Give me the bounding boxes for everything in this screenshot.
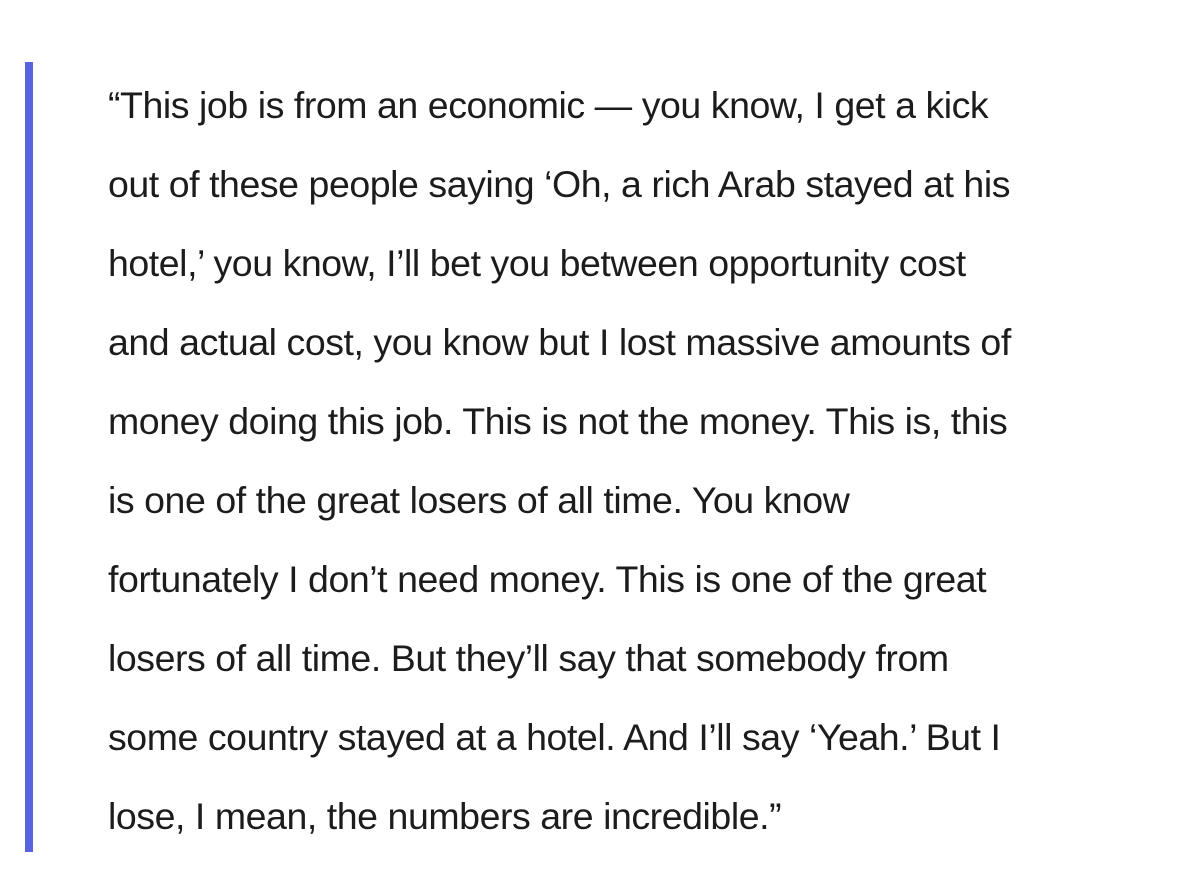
quote-line: some country stayed at a hotel. And I’ll… (108, 716, 1001, 758)
quote-line: is one of the great losers of all time. … (108, 479, 850, 521)
quote-accent-bar (25, 62, 33, 852)
quote-line: fortunately I don’t need money. This is … (108, 558, 987, 600)
quote-line: “This job is from an economic — you know… (108, 84, 989, 126)
quote-line: losers of all time. But they’ll say that… (108, 637, 949, 679)
quote-line: and actual cost, you know but I lost mas… (108, 321, 1011, 363)
quote-line: out of these people saying ‘Oh, a rich A… (108, 163, 1010, 205)
quote-line: money doing this job. This is not the mo… (108, 400, 1008, 442)
quote-text: “This job is from an economic — you know… (108, 66, 1188, 856)
quote-line: lose, I mean, the numbers are incredible… (108, 795, 782, 837)
blockquote: “This job is from an economic — you know… (0, 0, 1200, 895)
quote-line: hotel,’ you know, I’ll bet you between o… (108, 242, 966, 284)
